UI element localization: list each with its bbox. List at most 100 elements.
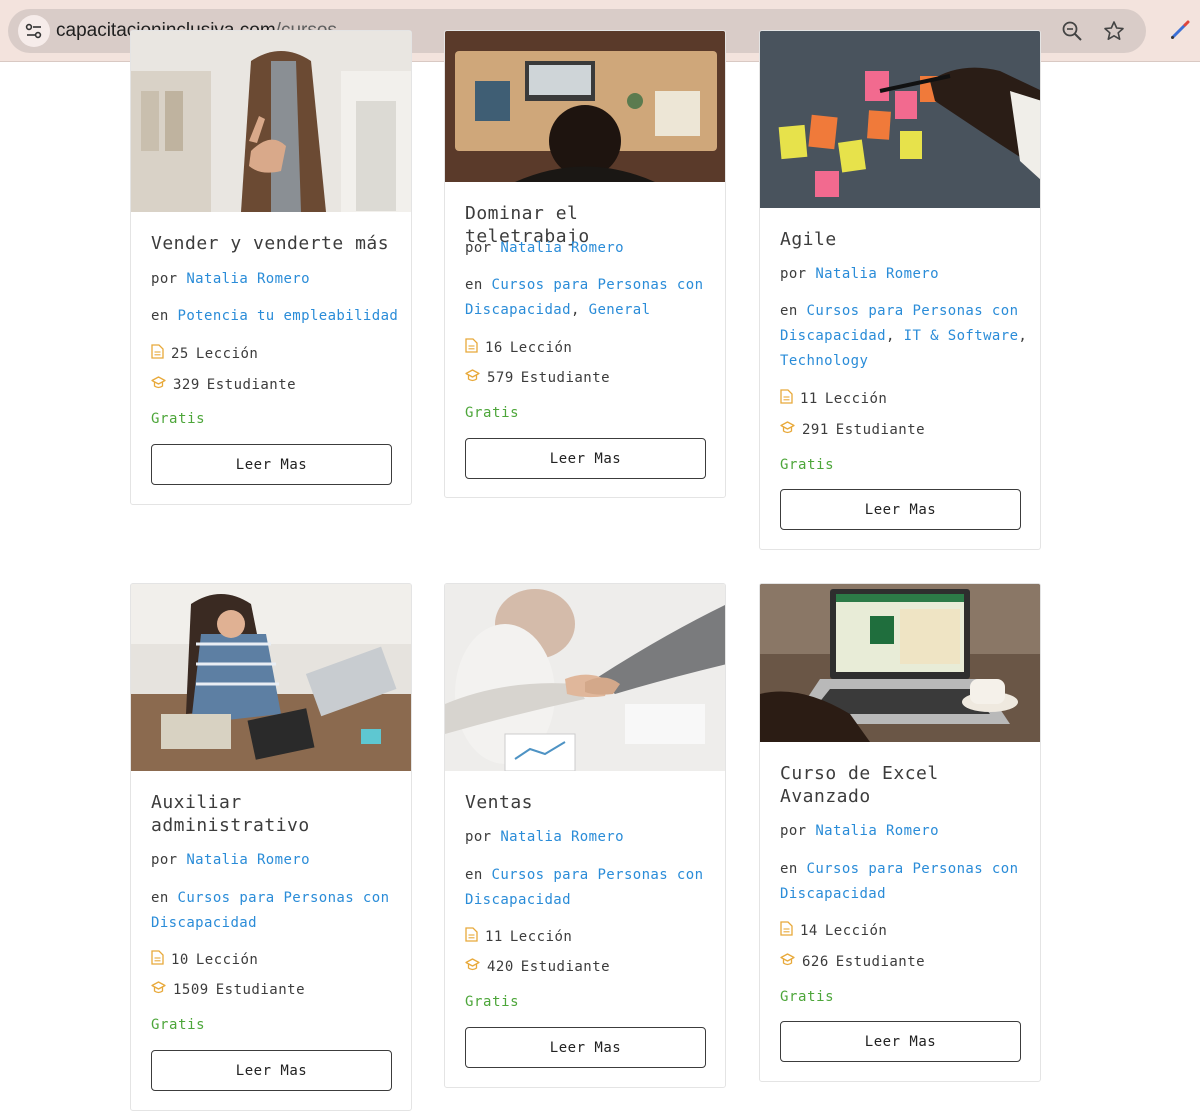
in-prefix: en <box>780 861 798 877</box>
course-author: por Natalia Romero <box>151 267 401 292</box>
author-link[interactable]: Natalia Romero <box>815 266 939 282</box>
course-author: por Natalia Romero <box>151 848 401 873</box>
by-prefix: por <box>465 240 492 256</box>
lesson-count: 11 Lección <box>780 389 887 408</box>
course-title[interactable]: Ventas <box>465 791 710 814</box>
course-thumbnail[interactable] <box>445 31 725 182</box>
course-thumbnail[interactable] <box>445 584 725 771</box>
student-label: Estudiante <box>215 982 306 998</box>
read-more-button[interactable]: Leer Mas <box>780 1021 1021 1062</box>
by-prefix: por <box>151 852 178 868</box>
student-label: Estudiante <box>520 370 611 386</box>
lesson-label: Lección <box>824 922 888 939</box>
author-link[interactable]: Natalia Romero <box>186 852 310 868</box>
lesson-label: Lección <box>195 345 259 362</box>
student-number: 291 <box>802 422 829 438</box>
course-categories: en Cursos para Personas con Discapacidad… <box>465 277 704 318</box>
read-more-button[interactable]: Leer Mas <box>151 1050 392 1091</box>
course-card: Ventas por Natalia Romero en Cursos para… <box>444 583 726 1088</box>
student-count: 1509 Estudiante <box>151 981 305 999</box>
zoom-icon[interactable] <box>1060 19 1084 43</box>
course-price: Gratis <box>780 989 835 1005</box>
document-icon <box>465 338 478 357</box>
course-categories: en Cursos para Personas con Discapacidad <box>465 863 715 913</box>
read-more-button[interactable]: Leer Mas <box>151 444 392 485</box>
student-label: Estudiante <box>835 954 926 970</box>
student-count: 329 Estudiante <box>151 376 296 394</box>
course-thumbnail[interactable] <box>760 31 1040 208</box>
category-link[interactable]: Technology <box>780 353 868 369</box>
graduation-cap-icon <box>151 981 166 999</box>
graduation-cap-icon <box>780 953 795 971</box>
author-link[interactable]: Natalia Romero <box>500 240 624 256</box>
course-title[interactable]: Curso de Excel Avanzado <box>780 762 1025 808</box>
course-price: Gratis <box>465 405 520 421</box>
course-thumbnail[interactable] <box>760 584 1040 742</box>
student-count: 579 Estudiante <box>465 369 610 387</box>
read-more-button[interactable]: Leer Mas <box>780 489 1021 530</box>
course-card: Vender y venderte más por Natalia Romero… <box>130 30 412 505</box>
category-link[interactable]: IT & Software <box>904 328 1019 344</box>
read-more-button[interactable]: Leer Mas <box>465 1027 706 1068</box>
category-link[interactable]: Potencia tu empleabilidad <box>178 308 399 324</box>
lesson-number: 10 <box>171 951 189 968</box>
student-number: 579 <box>487 370 514 386</box>
course-title[interactable]: Agile <box>780 228 1025 251</box>
course-title[interactable]: Auxiliar administrativo <box>151 791 396 837</box>
author-link[interactable]: Natalia Romero <box>815 823 939 839</box>
site-settings-icon[interactable] <box>18 15 50 47</box>
student-label: Estudiante <box>835 422 926 438</box>
lesson-count: 11 Lección <box>465 927 572 946</box>
in-prefix: en <box>465 277 483 293</box>
course-author: por Natalia Romero <box>465 236 715 261</box>
category-link[interactable]: Cursos para Personas con Discapacidad <box>465 277 703 318</box>
document-icon <box>151 344 164 363</box>
graduation-cap-icon <box>151 376 166 394</box>
student-number: 420 <box>487 959 514 975</box>
lesson-count: 14 Lección <box>780 921 887 940</box>
lesson-label: Lección <box>509 339 573 356</box>
course-price: Gratis <box>465 994 520 1010</box>
course-categories: en Cursos para Personas con Discapacidad <box>151 886 401 936</box>
course-author: por Natalia Romero <box>465 825 715 850</box>
student-label: Estudiante <box>520 959 611 975</box>
document-icon <box>465 927 478 946</box>
author-link[interactable]: Natalia Romero <box>186 271 310 287</box>
by-prefix: por <box>151 271 178 287</box>
course-thumbnail[interactable] <box>131 31 411 212</box>
course-thumbnail[interactable] <box>131 584 411 771</box>
course-card: Agile por Natalia Romero en Cursos para … <box>759 30 1041 550</box>
lesson-number: 16 <box>485 339 503 356</box>
bookmark-star-icon[interactable] <box>1102 19 1126 43</box>
in-prefix: en <box>151 890 169 906</box>
document-icon <box>780 389 793 408</box>
by-prefix: por <box>780 266 807 282</box>
lesson-count: 16 Lección <box>465 338 572 357</box>
extension-pen-icon[interactable] <box>1168 18 1192 42</box>
lesson-label: Lección <box>824 390 888 407</box>
read-more-button[interactable]: Leer Mas <box>465 438 706 479</box>
student-count: 420 Estudiante <box>465 958 610 976</box>
course-categories: en Cursos para Personas con Discapacidad <box>780 857 1030 907</box>
author-link[interactable]: Natalia Romero <box>500 829 624 845</box>
lesson-number: 11 <box>800 390 818 407</box>
lesson-number: 14 <box>800 922 818 939</box>
category-link[interactable]: Cursos para Personas con Discapacidad <box>151 890 389 931</box>
student-number: 626 <box>802 954 829 970</box>
category-link[interactable]: Cursos para Personas con Discapacidad <box>780 861 1018 902</box>
course-card: Curso de Excel Avanzado por Natalia Rome… <box>759 583 1041 1082</box>
course-price: Gratis <box>151 411 206 427</box>
graduation-cap-icon <box>465 369 480 387</box>
course-title[interactable]: Vender y venderte más <box>151 232 396 255</box>
category-link[interactable]: General <box>589 302 651 318</box>
lesson-count: 25 Lección <box>151 344 258 363</box>
graduation-cap-icon <box>465 958 480 976</box>
course-categories: en Potencia tu empleabilidad <box>151 304 401 329</box>
course-price: Gratis <box>151 1017 206 1033</box>
by-prefix: por <box>465 829 492 845</box>
document-icon <box>780 921 793 940</box>
student-count: 291 Estudiante <box>780 421 925 439</box>
category-link[interactable]: Cursos para Personas con Discapacidad <box>465 867 703 908</box>
lesson-label: Lección <box>509 928 573 945</box>
lesson-number: 25 <box>171 345 189 362</box>
